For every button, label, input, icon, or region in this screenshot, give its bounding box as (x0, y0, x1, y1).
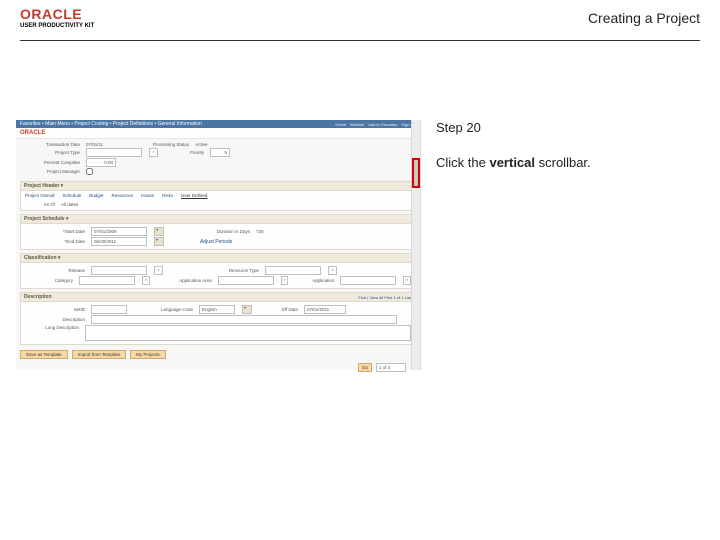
label-application: Application (294, 278, 334, 283)
label-application-area: Application Area (156, 278, 212, 283)
input-category[interactable] (79, 276, 135, 285)
dropdown-icon[interactable] (242, 305, 252, 314)
label-duration: Duration in Days (170, 229, 250, 234)
app-brand-row: ORACLE (16, 128, 420, 139)
lookup-icon[interactable]: ⌕ (142, 276, 150, 285)
value-asof: All dates (61, 202, 78, 207)
my-projects-button[interactable]: My Projects (130, 350, 166, 359)
tab-issues[interactable]: Issues (141, 193, 154, 198)
page-title: Creating a Project (588, 10, 700, 26)
input-project-type[interactable] (86, 148, 142, 157)
app-top-bar: Favorites • Main Menu • Project Costing … (16, 120, 420, 128)
label-release: Release (25, 268, 85, 273)
lookup-icon[interactable]: ⌕ (154, 266, 163, 275)
step-label: Step 20 (436, 120, 690, 135)
instruction-text: Click the vertical scrollbar. (436, 155, 690, 172)
label-long-desc: Long Description (25, 325, 79, 330)
grid-nav[interactable]: Find | View All First 1 of 1 Last (358, 295, 412, 300)
value-duration: 730 (256, 229, 264, 234)
label-end: *End Date (25, 239, 85, 244)
input-lang[interactable]: English (199, 305, 235, 314)
input-application[interactable] (340, 276, 396, 285)
input-priority[interactable]: 5 (210, 148, 230, 157)
tab-overall[interactable]: Project Overall (25, 193, 55, 198)
app-brand: ORACLE (20, 130, 45, 136)
vertical-scrollbar[interactable] (411, 120, 420, 370)
section-description[interactable]: Description Find | View All First 1 of 1… (21, 293, 415, 302)
checkbox-manager[interactable] (86, 168, 93, 175)
header-rule (20, 40, 700, 41)
label-lang: Language Code (133, 307, 193, 312)
top-links: Home Worklist Add to Favorites Sign out (335, 122, 416, 127)
section-description-title: Description (24, 294, 52, 300)
app-window: Favorites • Main Menu • Project Costing … (16, 120, 421, 370)
button-row: Save as Template Import from Template My… (16, 348, 420, 361)
instruction-post: scrollbar. (535, 155, 591, 170)
section-project-header[interactable]: Project Header ▾ (21, 182, 415, 191)
brand-subtitle: USER PRODUCTIVITY KIT (20, 23, 94, 29)
oracle-logo: ORACLE USER PRODUCTIVITY KIT (20, 7, 94, 29)
label-transaction: Transaction Date (20, 142, 80, 147)
tab-schedule[interactable]: Schedule (63, 193, 82, 198)
instruction-pre: Click the (436, 155, 489, 170)
calendar-icon[interactable] (154, 227, 164, 236)
textarea-long-desc[interactable] (85, 325, 411, 341)
instruction-bold: vertical (489, 155, 535, 170)
label-category: Category (25, 278, 73, 283)
label-project-type: Project Type (20, 150, 80, 155)
tab-resources[interactable]: Resources (112, 193, 134, 198)
lookup-icon[interactable]: ⌕ (328, 266, 337, 275)
breadcrumb: Favorites • Main Menu • Project Costing … (20, 121, 202, 127)
label-desc: Description (25, 317, 85, 322)
input-percent[interactable]: 0.00 (86, 158, 116, 167)
value-status: Active (195, 142, 207, 147)
input-start[interactable]: 07/01/2009 (91, 227, 147, 236)
input-resource-type[interactable] (265, 266, 321, 275)
label-resource-type: Resource Type (169, 268, 259, 273)
lookup-icon[interactable]: ⌕ (403, 276, 411, 285)
label-priority: Priority (164, 150, 204, 155)
lookup-icon[interactable]: ⌕ (281, 276, 289, 285)
input-end[interactable]: 06/30/2011 (91, 237, 147, 246)
link-home[interactable]: Home (335, 122, 346, 127)
go-button[interactable]: Go (358, 363, 372, 372)
lookup-icon[interactable]: ⌕ (149, 148, 158, 157)
label-setid: SetID (25, 307, 85, 312)
input-release[interactable] (91, 266, 147, 275)
section-classification[interactable]: Classification ▾ (21, 254, 415, 263)
input-desc[interactable] (91, 315, 397, 324)
link-adjust-periods[interactable]: Adjust Periods (200, 239, 232, 245)
import-template-button[interactable]: Import from Template (72, 350, 126, 359)
tab-budget[interactable]: Budget (89, 193, 103, 198)
calendar-icon[interactable] (154, 237, 164, 246)
scrollbar-thumb[interactable] (412, 158, 420, 188)
save-template-button[interactable]: Save as Template (20, 350, 68, 359)
page-indicator: 1 of 2 (376, 363, 406, 372)
tab-risks[interactable]: Risks (162, 193, 173, 198)
link-worklist[interactable]: Worklist (350, 122, 364, 127)
label-manager: Project Manager (20, 169, 80, 174)
label-eff: Eff Date (258, 307, 298, 312)
input-eff[interactable]: 07/01/2011 (304, 305, 346, 314)
value-transaction: 07/01/11 (86, 142, 103, 147)
input-application-area[interactable] (218, 276, 274, 285)
brand-word: ORACLE (20, 7, 94, 21)
input-setid[interactable] (91, 305, 127, 314)
section-schedule[interactable]: Project Schedule ▾ (21, 215, 415, 224)
label-percent: Percent Complete (20, 160, 80, 165)
tab-row: Project Overall Schedule Budget Resource… (21, 192, 415, 199)
tab-user-defined[interactable]: User Defined (181, 193, 207, 198)
label-asof: As Of (25, 202, 55, 207)
label-status: Processing Status (109, 142, 189, 147)
link-favorites[interactable]: Add to Favorites (368, 122, 397, 127)
label-start: *Start Date (25, 229, 85, 234)
